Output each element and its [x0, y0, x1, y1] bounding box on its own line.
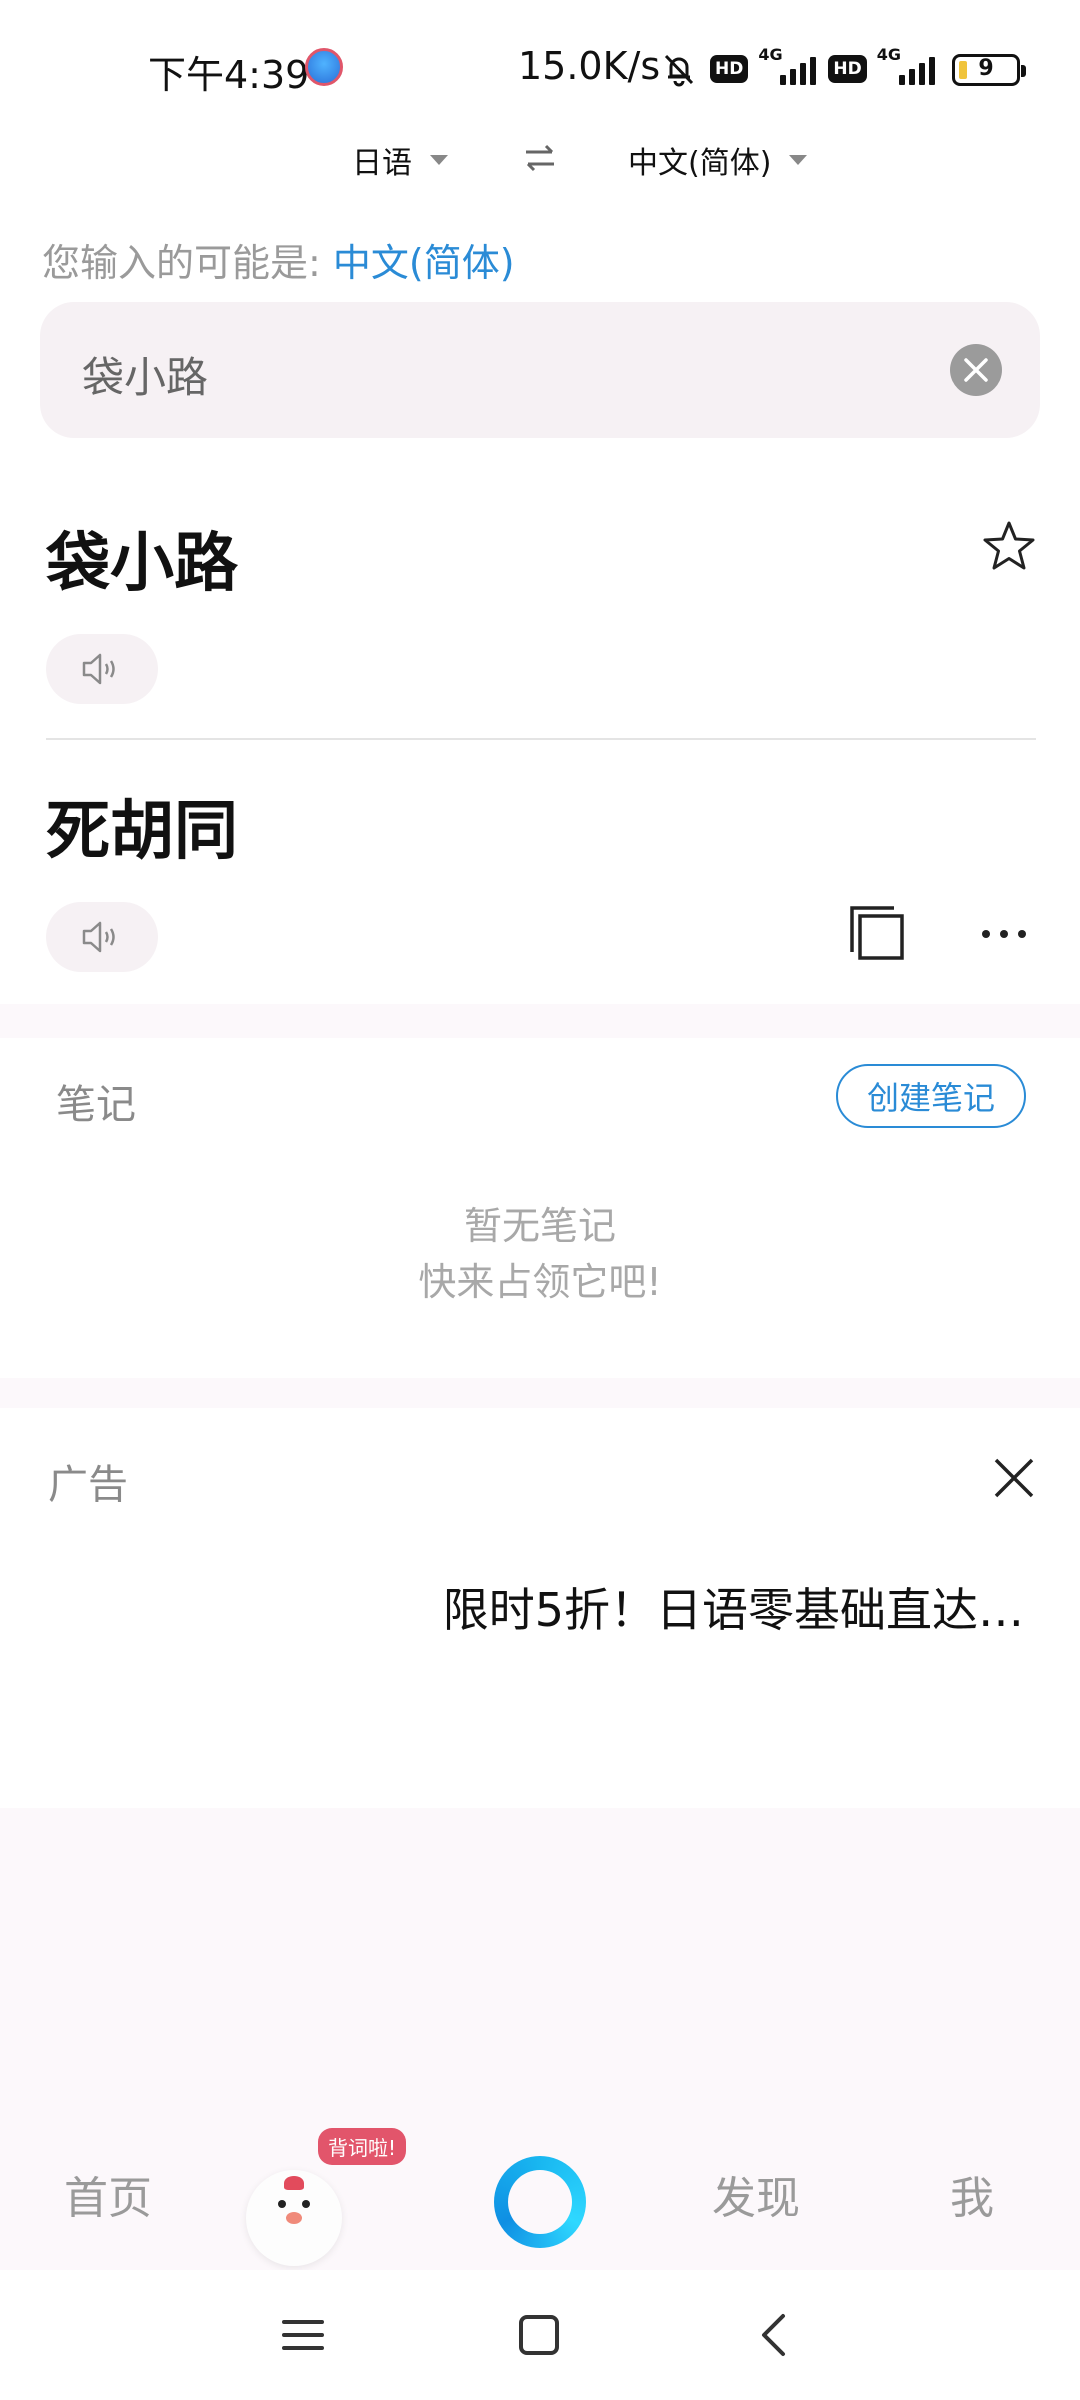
copy-icon[interactable]	[848, 904, 908, 964]
nav-me-tab[interactable]: 我	[950, 2162, 994, 2226]
create-note-button[interactable]: 创建笔记	[836, 1064, 1026, 1128]
signal-4g-icon: 4G	[758, 45, 817, 85]
status-icons: HD 4G HD 4G	[660, 45, 935, 90]
home-square-icon[interactable]	[514, 2310, 564, 2360]
pronounce-button-translation[interactable]	[46, 902, 158, 972]
system-navigation-bar	[0, 2270, 1080, 2400]
source-word: 袋小路	[46, 527, 238, 601]
battery-icon: 9	[952, 54, 1026, 86]
mascot-vocab-button[interactable]	[246, 2170, 342, 2266]
status-bar: 下午4:39 15.0K/s HD 4G HD 4G 9	[0, 0, 1080, 140]
language-detection-hint: 您输入的可能是: 中文(简体)	[42, 232, 515, 287]
search-box[interactable]: 袋小路	[40, 302, 1040, 438]
section-separator	[0, 1378, 1080, 1408]
notes-empty-state: 暂无笔记 快来占领它吧!	[0, 1198, 1080, 1310]
battery-level: 9	[978, 56, 994, 81]
nav-home-tab[interactable]: 首页	[64, 2162, 152, 2226]
speaker-icon	[82, 921, 115, 953]
translate-app-notification-icon	[305, 48, 343, 86]
clear-button[interactable]	[950, 344, 1002, 396]
speaker-icon	[82, 653, 115, 685]
search-input[interactable]: 袋小路	[82, 344, 208, 405]
close-icon	[964, 358, 988, 382]
more-options-icon[interactable]	[978, 914, 1030, 954]
notes-empty-line1: 暂无笔记	[463, 1204, 616, 1248]
pronounce-button-source[interactable]	[46, 634, 158, 704]
swap-languages-icon[interactable]	[522, 140, 558, 176]
voice-assistant-button[interactable]	[494, 2156, 586, 2248]
network-speed: 15.0K/s	[518, 44, 661, 88]
bottom-navigation: 首页 背词啦! 发现 我	[0, 2128, 1080, 2270]
nav-discover-tab[interactable]: 发现	[712, 2162, 800, 2226]
notes-section-title: 笔记	[56, 1082, 136, 1128]
hd-volte-icon-2: HD	[828, 55, 867, 83]
language-selector-bar: 日语 中文(简体)	[0, 128, 1080, 188]
notes-empty-line2: 快来占领它吧!	[418, 1260, 662, 1304]
vocab-badge: 背词啦!	[318, 2128, 407, 2165]
translated-word: 死胡同	[46, 795, 238, 869]
ad-label: 广告	[48, 1462, 128, 1508]
status-time: 下午4:39	[148, 53, 310, 97]
star-icon[interactable]	[980, 518, 1038, 576]
chevron-down-icon	[430, 155, 448, 165]
divider	[46, 738, 1036, 740]
source-language-label: 日语	[352, 146, 412, 181]
hint-prefix: 您输入的可能是:	[42, 241, 321, 285]
menu-icon[interactable]	[278, 2310, 328, 2360]
close-icon[interactable]	[992, 1456, 1036, 1500]
hd-volte-icon: HD	[710, 55, 749, 83]
section-separator	[0, 1004, 1080, 1038]
back-chevron-icon[interactable]	[750, 2310, 800, 2360]
chevron-down-icon	[789, 155, 808, 165]
detected-language-link[interactable]: 中文(简体)	[333, 241, 515, 285]
target-language-label: 中文(简体)	[628, 146, 772, 181]
ad-link[interactable]: 限时5折！日语零基础直达…	[443, 1574, 1024, 1640]
bell-muted-icon	[664, 54, 694, 87]
signal-4g-icon-2: 4G	[877, 45, 935, 85]
source-language-dropdown[interactable]: 日语	[352, 138, 448, 182]
target-language-dropdown[interactable]: 中文(简体)	[628, 138, 808, 182]
